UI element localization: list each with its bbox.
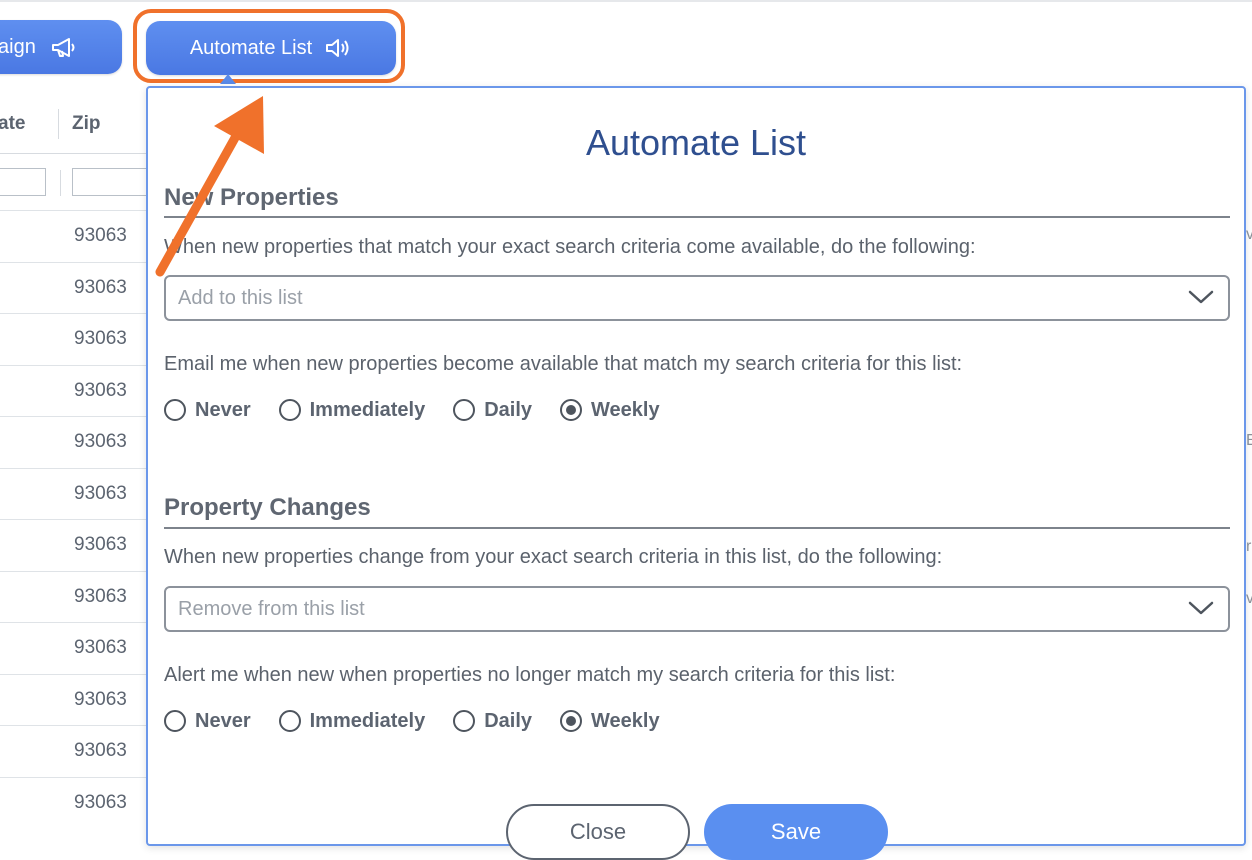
header-divider: [0, 153, 160, 154]
email-frequency-label: Email me when new properties become avai…: [164, 353, 963, 375]
table-row[interactable]: 93063: [0, 519, 160, 571]
radio-never[interactable]: Never: [164, 399, 251, 422]
select-value: Add to this list: [178, 287, 303, 309]
background-fragment: E: [1246, 432, 1252, 449]
zip-cell: 93063: [74, 379, 127, 401]
radio-label: Immediately: [309, 398, 426, 421]
table-row[interactable]: 93063: [0, 416, 160, 468]
automate-list-button[interactable]: Automate List: [146, 21, 396, 75]
table-row[interactable]: 93063: [0, 725, 160, 777]
radio-label: Weekly: [591, 398, 660, 421]
radio-label: Immediately: [309, 709, 426, 732]
radio-circle: [278, 710, 301, 732]
radio-circle: [453, 399, 476, 421]
radio-circle: [453, 710, 476, 732]
alert-frequency-label: Alert me when new when properties no lon…: [164, 664, 896, 686]
speaker-icon: [324, 36, 352, 60]
zip-filter-input[interactable]: [72, 168, 152, 196]
button-pointer: [220, 74, 236, 84]
table-row[interactable]: 93063: [0, 776, 160, 829]
chevron-down-icon: [1188, 600, 1214, 621]
campaign-button-label: aign: [0, 35, 36, 58]
radio-immediately[interactable]: Immediately: [278, 709, 426, 733]
select-value: Remove from this list: [178, 598, 365, 620]
megaphone-icon: [50, 35, 78, 59]
table-row[interactable]: 93063: [0, 364, 160, 417]
table-row[interactable]: 93063: [0, 673, 160, 726]
background-fragment: v: [1246, 590, 1252, 607]
column-header-zip[interactable]: Zip: [72, 95, 101, 153]
table-row[interactable]: 93063: [0, 261, 160, 314]
new-properties-action-select[interactable]: Add to this list: [164, 275, 1230, 321]
radio-label: Never: [195, 709, 251, 732]
radio-daily[interactable]: Daily: [453, 710, 532, 733]
radio-label: Daily: [484, 709, 533, 732]
radio-daily[interactable]: Daily: [453, 399, 532, 422]
state-filter-input[interactable]: [0, 168, 46, 196]
radio-weekly[interactable]: Weekly: [560, 399, 660, 422]
table-row[interactable]: 93063: [0, 210, 160, 262]
chevron-down-icon: [1188, 289, 1214, 310]
zip-cell: 93063: [74, 534, 127, 555]
zip-cell: 93063: [74, 225, 127, 246]
zip-cell: 93063: [74, 482, 127, 504]
radio-circle: [164, 710, 186, 732]
filter-divider: [60, 170, 61, 196]
column-divider: [58, 109, 59, 139]
alert-frequency-radio-group: Never Immediately Daily Weekly: [164, 706, 688, 736]
properties-table: ate Zip 93063 93063 93063 93063 93063 93…: [0, 95, 160, 835]
table-row[interactable]: 93063: [0, 622, 160, 674]
dialog-title: Automate List: [585, 122, 807, 163]
section-divider: [164, 527, 1230, 529]
zip-cell: 93063: [74, 688, 127, 710]
radio-circle-selected: [560, 399, 583, 421]
property-changes-action-select[interactable]: Remove from this list: [164, 586, 1230, 632]
zip-cell: 93063: [74, 791, 127, 813]
zip-cell: 93063: [74, 637, 127, 658]
automate-list-dialog: Automate List New Properties When new pr…: [146, 86, 1246, 860]
radio-dot: [566, 716, 577, 726]
background-fragment: v: [1246, 226, 1252, 243]
radio-immediately[interactable]: Immediately: [278, 398, 426, 422]
table-row[interactable]: 93063: [0, 313, 160, 365]
zip-cell: 93063: [74, 585, 127, 607]
email-frequency-radio-group: Never Immediately Daily Weekly: [164, 395, 688, 425]
save-button[interactable]: Save: [704, 804, 888, 860]
radio-never[interactable]: Never: [164, 710, 251, 733]
section-divider: [164, 216, 1230, 218]
radio-weekly[interactable]: Weekly: [560, 710, 660, 733]
table-row[interactable]: 93063: [0, 467, 160, 520]
radio-circle: [278, 399, 301, 421]
zip-cell: 93063: [74, 328, 127, 349]
zip-cell: 93063: [74, 276, 127, 298]
column-header-state[interactable]: ate: [0, 95, 25, 153]
property-changes-description: When new properties change from your exa…: [164, 546, 943, 568]
table-row[interactable]: 93063: [0, 570, 160, 623]
new-properties-description: When new properties that match your exac…: [164, 236, 976, 258]
section-title-new-properties: New Properties: [164, 184, 339, 211]
top-divider: [0, 0, 1252, 2]
radio-label: Weekly: [591, 709, 660, 732]
zip-cell: 93063: [74, 740, 127, 761]
close-button[interactable]: Close: [506, 804, 690, 860]
background-fragment: r: [1246, 538, 1252, 555]
campaign-button[interactable]: aign: [0, 20, 122, 74]
radio-label: Never: [195, 398, 251, 421]
zip-cell: 93063: [74, 431, 127, 452]
radio-label: Daily: [484, 398, 533, 421]
section-title-property-changes: Property Changes: [164, 494, 371, 521]
automate-list-button-label: Automate List: [189, 36, 313, 59]
radio-circle: [164, 399, 186, 421]
radio-dot: [566, 405, 577, 415]
radio-circle-selected: [560, 710, 583, 732]
